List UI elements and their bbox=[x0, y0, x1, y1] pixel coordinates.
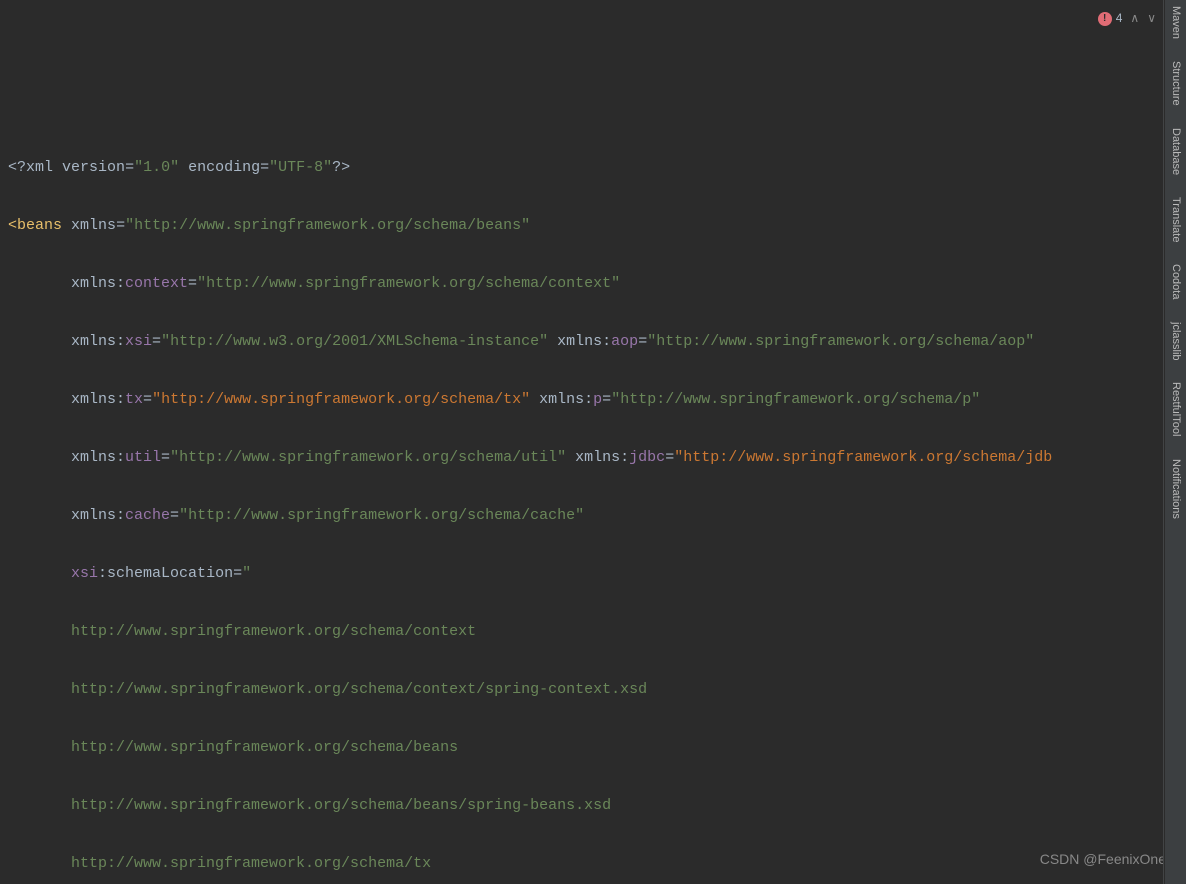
right-tool-sidebar: Maven Structure Database Translate Codot… bbox=[1164, 0, 1186, 884]
editor-root: ! 4 ∧ ∨ <?xml version="1.0" encoding="UT… bbox=[0, 0, 1186, 884]
error-count-value: 4 bbox=[1116, 4, 1123, 33]
error-count[interactable]: ! 4 bbox=[1098, 4, 1123, 33]
code-line[interactable]: http://www.springframework.org/schema/co… bbox=[8, 675, 1186, 704]
code-line[interactable]: http://www.springframework.org/schema/tx bbox=[8, 849, 1186, 878]
sidebar-item-notifications[interactable]: Notifications bbox=[1170, 459, 1182, 519]
sidebar-item-database[interactable]: Database bbox=[1170, 128, 1182, 175]
code-line[interactable]: xmlns:xsi="http://www.w3.org/2001/XMLSch… bbox=[8, 327, 1186, 356]
code-line[interactable]: xmlns:util="http://www.springframework.o… bbox=[8, 443, 1186, 472]
sidebar-item-jclasslib[interactable]: jclasslib bbox=[1170, 322, 1182, 361]
code-line[interactable]: <beans xmlns="http://www.springframework… bbox=[8, 211, 1186, 240]
code-line[interactable]: <?xml version="1.0" encoding="UTF-8"?> bbox=[8, 153, 1186, 182]
code-line[interactable]: http://www.springframework.org/schema/be… bbox=[8, 733, 1186, 762]
sidebar-item-maven[interactable]: Maven bbox=[1170, 6, 1182, 39]
code-line[interactable]: xmlns:cache="http://www.springframework.… bbox=[8, 501, 1186, 530]
sidebar-item-restfultool[interactable]: RestfulTool bbox=[1170, 382, 1182, 436]
watermark: CSDN @FeenixOne bbox=[1040, 845, 1166, 874]
inspection-summary: ! 4 ∧ ∨ bbox=[1098, 4, 1156, 33]
sidebar-item-translate[interactable]: Translate bbox=[1170, 197, 1182, 242]
prev-error-button[interactable]: ∧ bbox=[1130, 4, 1139, 33]
code-line[interactable]: http://www.springframework.org/schema/co… bbox=[8, 617, 1186, 646]
sidebar-item-structure[interactable]: Structure bbox=[1170, 61, 1182, 106]
code-line[interactable]: xmlns:context="http://www.springframewor… bbox=[8, 269, 1186, 298]
code-editor[interactable]: ! 4 ∧ ∨ <?xml version="1.0" encoding="UT… bbox=[0, 0, 1186, 884]
error-icon: ! bbox=[1098, 12, 1112, 26]
code-line[interactable]: xsi:schemaLocation=" bbox=[8, 559, 1186, 588]
code-line[interactable]: http://www.springframework.org/schema/be… bbox=[8, 791, 1186, 820]
sidebar-item-codota[interactable]: Codota bbox=[1170, 264, 1182, 299]
next-error-button[interactable]: ∨ bbox=[1147, 4, 1156, 33]
code-line[interactable]: xmlns:tx="http://www.springframework.org… bbox=[8, 385, 1186, 414]
